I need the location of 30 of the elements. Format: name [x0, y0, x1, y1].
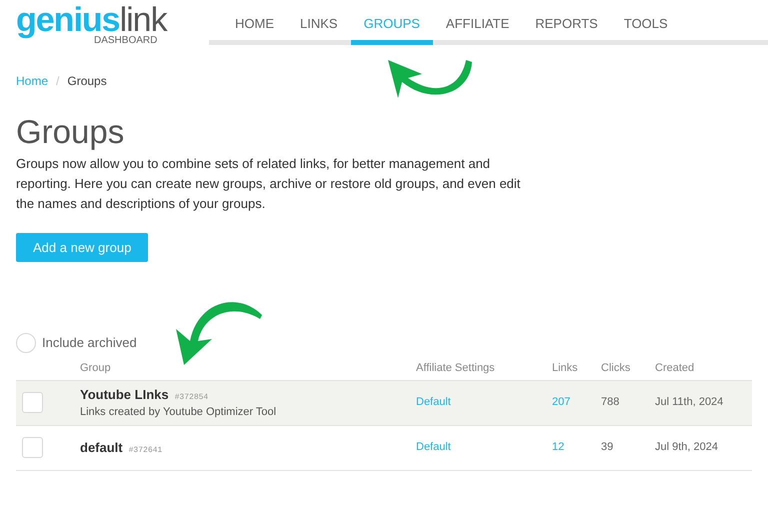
- page-title: Groups: [16, 112, 126, 152]
- nav-tab[interactable]: AFFILIATE: [432, 0, 522, 45]
- column-header: Group: [80, 361, 112, 376]
- group-description: Links created by Youtube Optimizer Tool: [80, 405, 278, 420]
- table-row[interactable]: default #372641 Default 12 39 Jul 9th, 2024: [16, 426, 752, 470]
- nav-tab[interactable]: REPORTS: [522, 0, 611, 45]
- group-name[interactable]: Youtube LInks: [80, 384, 169, 404]
- column-header: Clicks: [601, 361, 632, 376]
- page-description: Groups now allow you to combine sets of related links, for better management and reporting. Here you can create new groups, archive or restore old groups, and even edit the names and descriptions of your groups.: [16, 155, 522, 213]
- column-header: Links: [552, 361, 579, 376]
- group-id: #372641: [128, 444, 162, 457]
- nav-tab[interactable]: HOME: [222, 0, 287, 45]
- clicks-count: 788: [601, 395, 620, 410]
- created-date: Jul 9th, 2024: [655, 440, 719, 456]
- logo-subtitle: DASHBOARD: [94, 36, 158, 46]
- group-name[interactable]: default: [80, 438, 123, 458]
- nav-tab[interactable]: TOOLS: [610, 0, 681, 45]
- clicks-count: 39: [601, 440, 614, 456]
- checkbox[interactable]: [22, 392, 43, 413]
- nav-tab[interactable]: LINKS: [287, 0, 351, 45]
- created-date: Jul 11th, 2024: [655, 395, 724, 410]
- breadcrumb-current: Groups: [67, 73, 107, 90]
- checkbox[interactable]: [16, 333, 36, 353]
- group-id: #372854: [174, 392, 208, 404]
- column-header: Affiliate Settings: [416, 361, 496, 376]
- column-header: Created: [655, 361, 696, 376]
- table-row[interactable]: Youtube LInks #372854 Links created by Youtube Optimizer Tool Default 207 788 Jul 11th, 2024: [16, 380, 752, 426]
- checkbox[interactable]: [22, 437, 43, 458]
- breadcrumb-separator: /: [56, 73, 60, 90]
- include-archived-label[interactable]: Include archived: [42, 333, 137, 353]
